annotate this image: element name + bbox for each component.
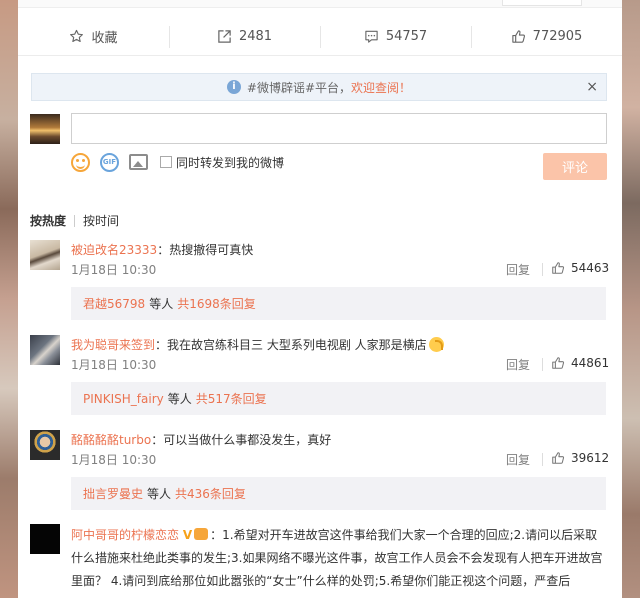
comment-item: 阿中哥哥的柠檬恋恋 V ：1.希望对开车进故宫这件事给我们大家一个合理的回应;2.… (30, 524, 608, 598)
thumbs-up-icon (511, 30, 525, 43)
background-left (0, 0, 18, 598)
submit-comment-button[interactable]: 评论 (543, 153, 607, 180)
avatar[interactable] (30, 524, 60, 554)
comment-text: ：我在故宫练科目三 大型系列电视剧 人家那是横店 (155, 338, 427, 352)
rumor-notice-bar: i #微博辟谣#平台， 欢迎查阅！ × (31, 73, 607, 101)
sub-reply-summary[interactable]: 君越56798 等人 共1698条回复 (71, 287, 606, 320)
repost-checkbox-label: 同时转发到我的微博 (176, 155, 285, 170)
my-avatar[interactable] (30, 114, 60, 144)
comment-time: 1月18日 10:30 (71, 453, 157, 467)
comment-username[interactable]: 阿中哥哥的柠檬恋恋 (71, 528, 179, 542)
comment-button[interactable]: 54757 (320, 18, 471, 55)
comment-icon (365, 30, 378, 43)
action-bar: 收藏 2481 54757 772905 (18, 18, 622, 56)
comment-username[interactable]: 酩酩酩酩turbo (71, 433, 151, 447)
weibo-card: 收藏 2481 54757 772905 i #微博辟谣#平台， 欢迎查阅！ ×… (18, 0, 622, 598)
member-badge-icon (194, 528, 209, 540)
avatar[interactable] (30, 335, 60, 365)
sub-reply-user[interactable]: PINKISH_fairy (83, 392, 164, 406)
repost-count: 2481 (238, 29, 273, 44)
sort-tabs: 按热度 按时间 (30, 212, 119, 229)
background-right (622, 0, 640, 598)
sub-reply-total[interactable]: 共436条回复 (175, 485, 246, 502)
gif-icon[interactable]: GIF (100, 152, 119, 172)
comment-like-count: 54463 (571, 261, 610, 275)
thumbs-up-icon (552, 357, 565, 369)
reply-button[interactable]: 回复 (506, 451, 530, 468)
comment-username[interactable]: 我为聪哥来签到 (71, 338, 155, 352)
avatar[interactable] (30, 240, 60, 270)
notice-text: #微博辟谣#平台， (246, 80, 352, 95)
favorite-button[interactable]: 收藏 (18, 18, 169, 55)
comment-item: 我为聪哥来签到：我在故宫练科目三 大型系列电视剧 人家那是横店 1月18日 10… (30, 335, 609, 415)
repost-button[interactable]: 2481 (169, 18, 320, 55)
thumbs-up-icon (552, 452, 565, 464)
comment-like-button[interactable]: 39612 (551, 451, 609, 465)
share-icon (218, 30, 231, 43)
sub-reply-total[interactable]: 共517条回复 (196, 390, 267, 407)
sub-reply-user[interactable]: 君越56798 (83, 295, 145, 312)
like-button[interactable]: 772905 (471, 18, 622, 55)
sort-by-hot-tab[interactable]: 按热度 (30, 212, 66, 229)
previous-section-edge (18, 0, 622, 8)
sub-reply-summary[interactable]: PINKISH_fairy 等人 共517条回复 (71, 382, 606, 415)
comment-item: 酩酩酩酩turbo：可以当做什么事都没发生，真好 1月18日 10:30 回复 … (30, 430, 609, 510)
composer-tools: GIF 同时转发到我的微博 (71, 151, 284, 173)
image-upload-icon[interactable] (129, 154, 148, 170)
sort-by-time-tab[interactable]: 按时间 (83, 212, 119, 229)
sub-reply-summary[interactable]: 拙言罗曼史 等人 共436条回复 (71, 477, 606, 510)
comment-time: 1月18日 10:30 (71, 358, 157, 372)
comment-like-button[interactable]: 44861 (551, 356, 609, 370)
comment-text: ：热搜撤得可真快 (157, 243, 254, 257)
verified-badge: V (182, 528, 193, 542)
sub-reply-total[interactable]: 共1698条回复 (177, 295, 256, 312)
emoji-icon (428, 337, 444, 352)
comment-item: 被迫改名23333：热搜撤得可真快 1月18日 10:30 回复 54463 君… (30, 240, 609, 320)
info-icon: i (226, 80, 241, 94)
comment-text: ：可以当做什么事都没发生，真好 (151, 433, 332, 447)
emoji-icon[interactable] (71, 152, 90, 172)
like-count: 772905 (532, 29, 583, 44)
comment-username[interactable]: 被迫改名23333 (71, 243, 157, 257)
favorite-label: 收藏 (91, 31, 118, 46)
notice-link[interactable]: 欢迎查阅！ (351, 79, 411, 96)
comment-like-count: 39612 (571, 451, 610, 465)
thumbs-up-icon (552, 262, 565, 274)
star-icon (70, 29, 84, 43)
comment-like-button[interactable]: 54463 (551, 261, 609, 275)
comment-like-count: 44861 (571, 356, 610, 370)
close-icon[interactable]: × (586, 79, 598, 95)
comment-count: 54757 (385, 29, 428, 44)
repost-checkbox[interactable] (160, 156, 172, 168)
comment-time: 1月18日 10:30 (71, 263, 157, 277)
reply-button[interactable]: 回复 (506, 261, 530, 278)
avatar[interactable] (30, 430, 60, 460)
sub-reply-user[interactable]: 拙言罗曼史 (83, 485, 143, 502)
comment-input[interactable] (71, 113, 607, 144)
reply-button[interactable]: 回复 (506, 356, 530, 373)
